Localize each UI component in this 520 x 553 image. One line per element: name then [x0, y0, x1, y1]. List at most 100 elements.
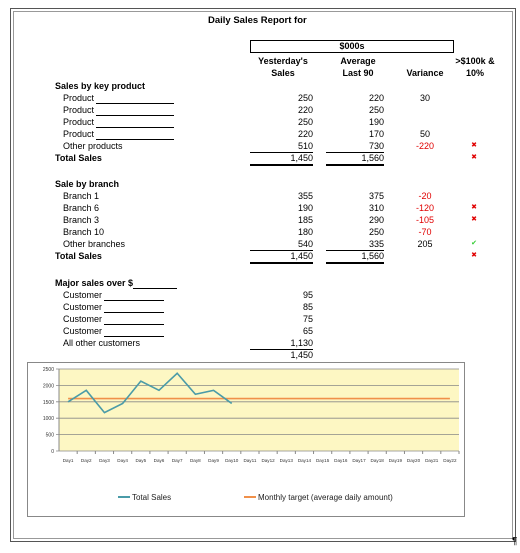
average-value: 220 — [368, 93, 384, 103]
blank-field[interactable] — [96, 106, 175, 116]
yesterday-value: 95 — [302, 290, 313, 300]
average-value: 375 — [368, 191, 384, 201]
cross-icon: ✖ — [471, 216, 477, 223]
row-label: Product — [63, 104, 175, 116]
x-tick-label: Day15 — [316, 458, 330, 463]
blank-field[interactable] — [133, 279, 178, 289]
x-tick-label: Day17 — [352, 458, 366, 463]
row-label: All other customers — [63, 338, 141, 348]
cross-icon: ✖ — [471, 154, 477, 161]
total-average: 1,560 — [326, 152, 384, 166]
row-label: Customer — [63, 301, 165, 313]
total-average: 1,560 — [326, 250, 384, 264]
yesterday-value: 75 — [302, 314, 313, 324]
x-tick-label: Day6 — [154, 458, 165, 463]
row-label: Product — [63, 92, 175, 104]
row-label: Branch 1 — [63, 191, 100, 201]
row-label: Customer — [63, 289, 165, 301]
variance-value: -120 — [415, 203, 434, 213]
x-tick-label: Day5 — [135, 458, 146, 463]
variance-header: Variance — [406, 68, 444, 78]
plot-area — [59, 369, 459, 451]
x-tick-label: Day8 — [190, 458, 201, 463]
x-tick-label: Day7 — [172, 458, 183, 463]
row-label: Product — [63, 128, 175, 140]
total-yesterday: 1,450 — [290, 350, 313, 360]
x-tick-label: Day19 — [389, 458, 403, 463]
blank-field[interactable] — [96, 130, 175, 140]
row-label: Customer — [63, 325, 165, 337]
yesterday-value: 220 — [297, 105, 313, 115]
yesterday-value: 65 — [302, 326, 313, 336]
average-value: 190 — [368, 117, 384, 127]
yesterday-value: 180 — [297, 227, 313, 237]
yesterday-value: 190 — [297, 203, 313, 213]
cross-icon: ✖ — [471, 142, 477, 149]
chart-svg: 0 500 1000 1500 2000 2500 Day1 Day2 Day3 Day4 Day5… — [43, 367, 460, 502]
x-tick-label: Day16 — [334, 458, 348, 463]
yesterday-value: 220 — [297, 129, 313, 139]
x-tick-label: Day13 — [280, 458, 294, 463]
section-heading: Major sales over $ — [55, 277, 178, 289]
row-label: Branch 3 — [63, 215, 100, 225]
variance-value: -20 — [418, 191, 432, 201]
y-tick-label: 1500 — [43, 400, 54, 406]
legend-total-sales: Total Sales — [132, 493, 171, 502]
total-label: Total Sales — [55, 251, 102, 261]
x-tick-label: Day21 — [425, 458, 439, 463]
total-yesterday: 1,450 — [250, 250, 313, 264]
blank-field[interactable] — [104, 327, 165, 337]
blank-field[interactable] — [104, 291, 165, 301]
x-tick-label: Day18 — [371, 458, 385, 463]
paragraph-mark: ¶ — [512, 536, 518, 547]
y-tick-label: 2500 — [43, 367, 54, 373]
variance-value: -220 — [415, 141, 434, 151]
blank-field[interactable] — [96, 94, 175, 104]
average-header-1: Average — [340, 56, 376, 66]
yesterday-value: 355 — [297, 191, 313, 201]
yesterday-header-1: Yesterday's — [258, 56, 308, 66]
average-value: 310 — [368, 203, 384, 213]
blank-field[interactable] — [104, 315, 165, 325]
y-tick-label: 2000 — [43, 383, 54, 389]
total-yesterday: 1,450 — [250, 152, 313, 166]
yesterday-value: 185 — [297, 215, 313, 225]
average-value: 170 — [368, 129, 384, 139]
x-tick-label: Day9 — [208, 458, 219, 463]
x-tick-label: Day4 — [117, 458, 128, 463]
cross-icon: ✖ — [471, 204, 477, 211]
row-label: Other products — [63, 141, 123, 151]
yesterday-value: 250 — [297, 93, 313, 103]
x-tick-label: Day22 — [443, 458, 457, 463]
legend-monthly-target: Monthly target (average daily amount) — [258, 493, 393, 502]
x-tick-label: Day11 — [243, 458, 256, 463]
threshold-header-2: 10% — [465, 68, 484, 78]
section-heading: Sale by branch — [55, 179, 120, 189]
average-header-2: Last 90 — [342, 68, 374, 78]
variance-value: -70 — [418, 227, 432, 237]
total-label: Total Sales — [55, 153, 102, 163]
variance-value: 50 — [419, 129, 430, 139]
variance-value: 205 — [417, 239, 433, 249]
x-tick-label: Day1 — [63, 458, 74, 463]
section-heading: Sales by key product — [55, 81, 146, 91]
blank-field[interactable] — [96, 118, 175, 128]
row-label: Branch 10 — [63, 227, 105, 237]
x-tick-label: Day14 — [298, 458, 312, 463]
row-label: Other branches — [63, 239, 126, 249]
x-tick-label: Day12 — [261, 458, 275, 463]
yesterday-value: 85 — [302, 302, 313, 312]
row-label: Product — [63, 116, 175, 128]
check-icon: ✔ — [471, 240, 477, 247]
sales-chart: 0 500 1000 1500 2000 2500 Day1 Day2 Day3 Day4 Day5… — [27, 362, 465, 517]
y-tick-label: 0 — [51, 449, 54, 455]
x-tick-label: Day10 — [225, 458, 239, 463]
yesterday-header-2: Sales — [271, 68, 295, 78]
y-tick-label: 500 — [46, 433, 55, 439]
report-title: Daily Sales Report for — [208, 15, 307, 26]
variance-value: 30 — [419, 93, 430, 103]
x-tick-label: Day3 — [99, 458, 110, 463]
blank-field[interactable] — [104, 303, 165, 313]
variance-value: -105 — [415, 215, 434, 225]
x-tick-label: Day20 — [407, 458, 421, 463]
